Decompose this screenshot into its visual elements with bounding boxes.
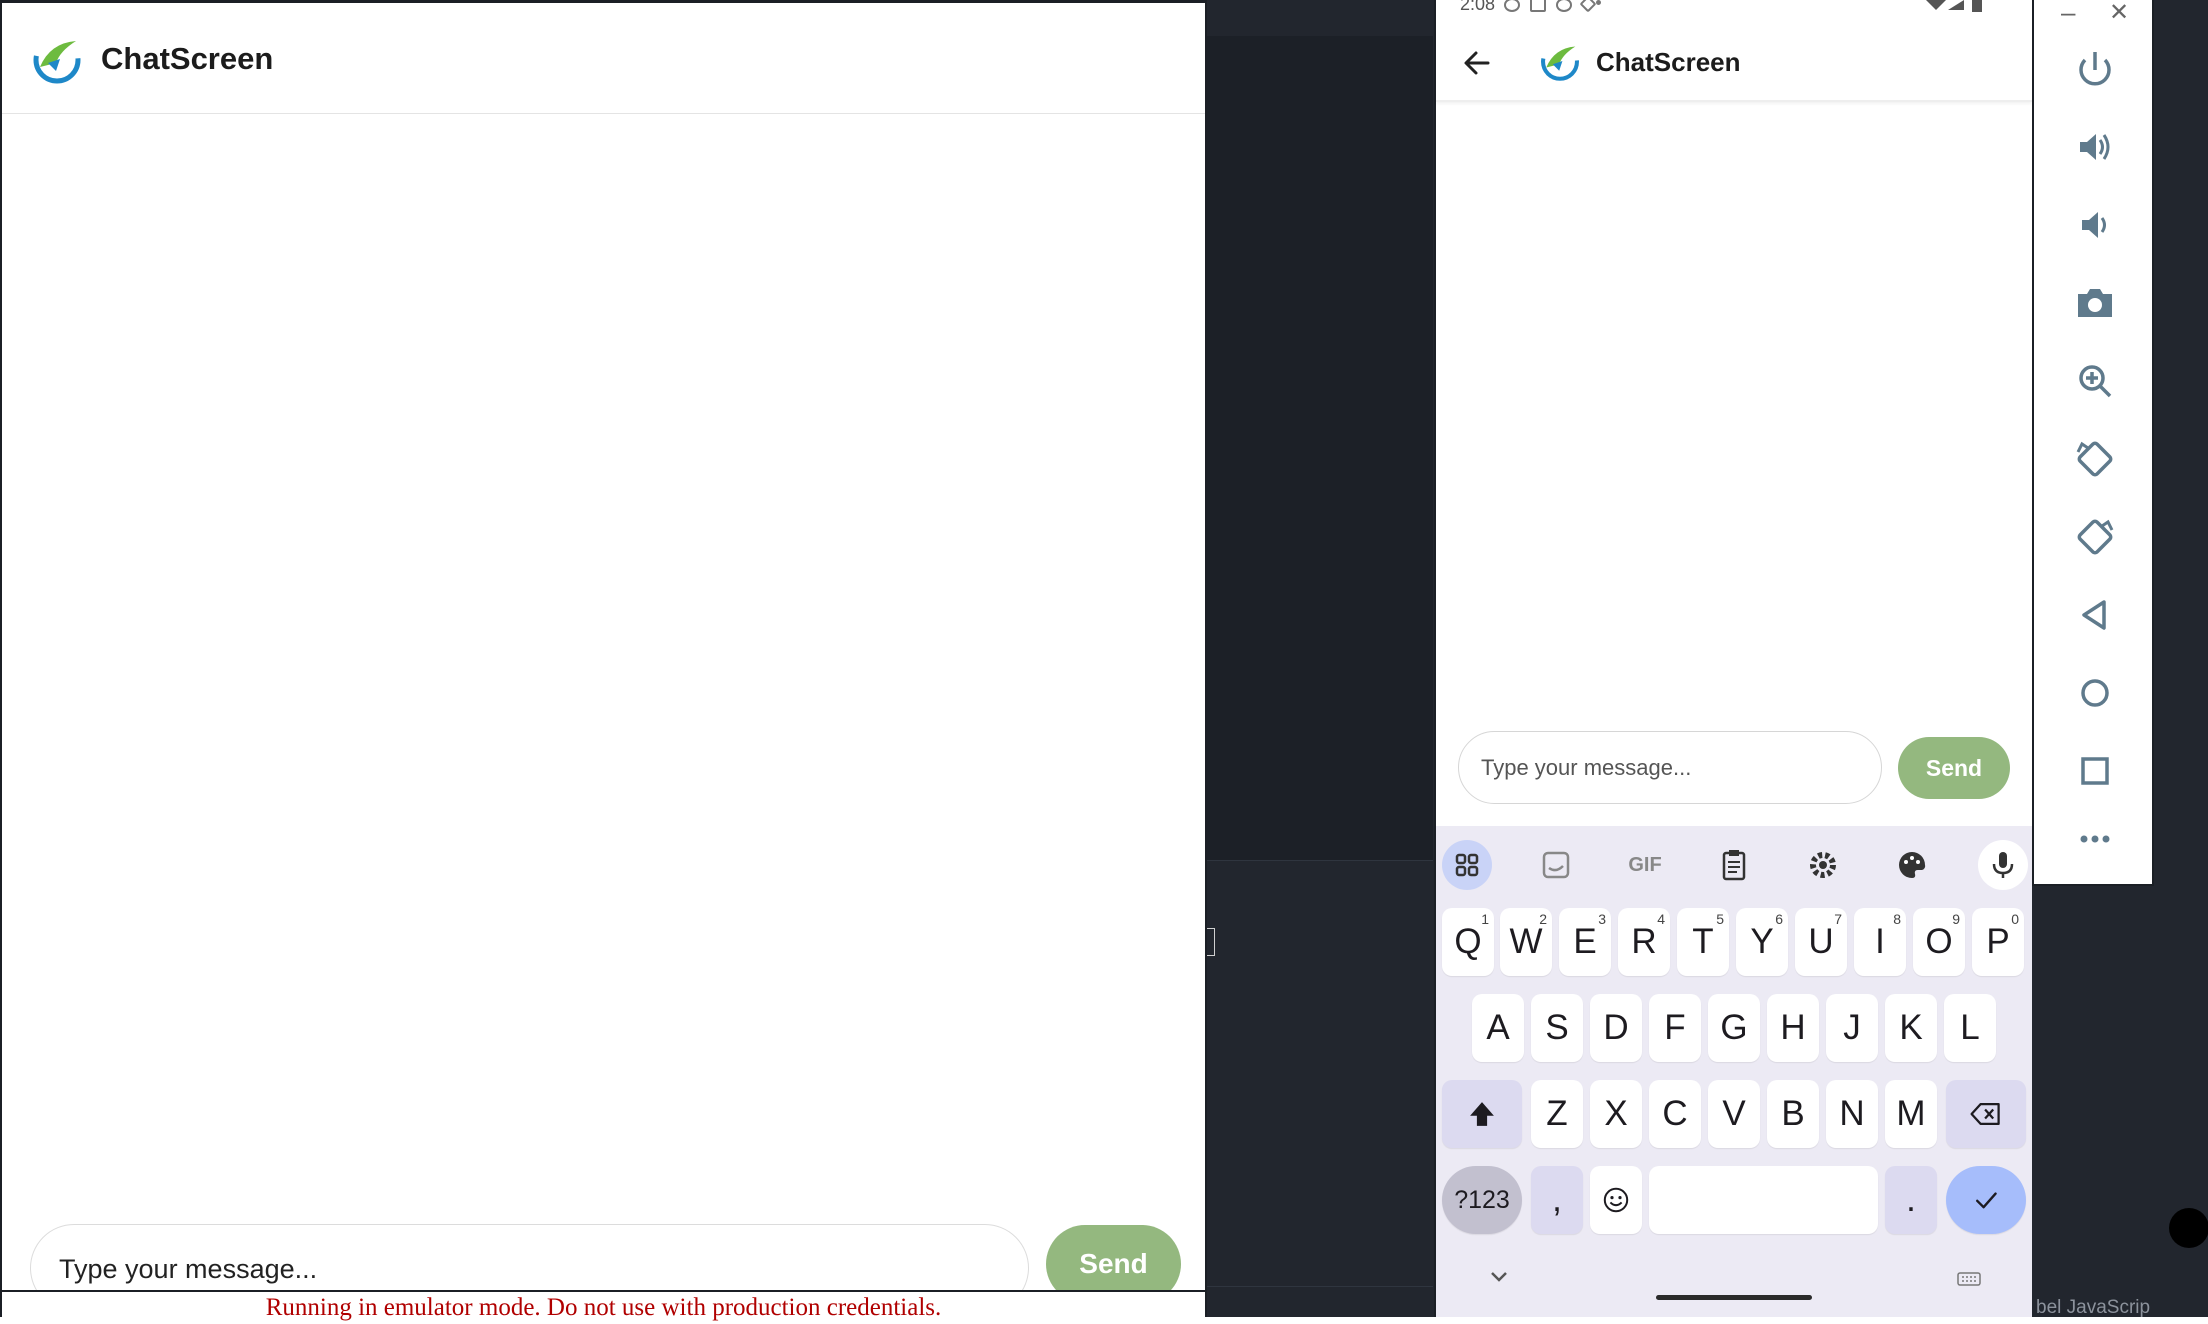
key-r[interactable]: R4	[1618, 908, 1670, 976]
zoom-icon[interactable]	[2068, 354, 2122, 408]
hide-keyboard-chevron-icon[interactable]	[1486, 1269, 1512, 1285]
checkmark-icon	[1976, 1192, 1997, 1209]
key-v[interactable]: V	[1708, 1080, 1760, 1148]
comma-key[interactable]: ,	[1531, 1166, 1583, 1234]
message-input[interactable]: Type your message...	[1458, 731, 1882, 804]
ide-divider	[1207, 860, 1433, 861]
backspace-icon	[1970, 1102, 2000, 1126]
shift-key[interactable]	[1442, 1080, 1522, 1148]
send-button[interactable]: Send	[1898, 737, 2010, 799]
key-g[interactable]: G	[1708, 994, 1760, 1062]
sticker-icon[interactable]	[1531, 840, 1581, 890]
location-icon	[1579, 0, 1597, 13]
key-m[interactable]: M	[1885, 1080, 1937, 1148]
camera-icon[interactable]	[2068, 276, 2122, 330]
rotate-left-icon[interactable]	[2068, 432, 2122, 486]
key-o[interactable]: O9	[1913, 908, 1965, 976]
home-circle-icon[interactable]	[2068, 666, 2122, 720]
key-s[interactable]: S	[1531, 994, 1583, 1062]
backspace-key[interactable]	[1946, 1080, 2026, 1148]
back-triangle-icon[interactable]	[2068, 588, 2122, 642]
back-arrow-icon[interactable]	[1460, 46, 1494, 80]
key-f[interactable]: F	[1649, 994, 1701, 1062]
ide-status-text: bel JavaScrip	[2036, 1297, 2151, 1318]
volume-up-icon[interactable]	[2068, 120, 2122, 174]
gif-button[interactable]: GIF	[1620, 840, 1670, 890]
ide-editor-area	[1207, 36, 1433, 861]
phone-app-bar: ChatScreen	[1436, 30, 2032, 102]
phone-emulator-screen: 2:08 ChatScreen Type your message... Sen…	[1434, 0, 2032, 1317]
shift-arrow-icon	[1470, 1102, 1494, 1126]
key-n[interactable]: N	[1826, 1080, 1878, 1148]
volume-down-icon[interactable]	[2068, 198, 2122, 252]
chatscreen-logo-icon	[33, 36, 81, 84]
overview-square-icon[interactable]	[2068, 744, 2122, 798]
info-icon	[1504, 0, 1520, 12]
rotate-right-icon[interactable]	[2068, 510, 2122, 564]
spacebar-key[interactable]	[1649, 1166, 1878, 1234]
key-j[interactable]: J	[1826, 994, 1878, 1062]
ide-divider-bottom	[1207, 1286, 1433, 1287]
keyboard-switch-icon[interactable]	[1956, 1271, 1982, 1287]
key-l[interactable]: L	[1944, 994, 1996, 1062]
key-t[interactable]: T5	[1677, 908, 1729, 976]
chatscreen-logo-icon	[1541, 42, 1579, 81]
floating-dot	[2169, 1208, 2208, 1248]
more-options-icon[interactable]	[2068, 812, 2122, 866]
key-a[interactable]: A	[1472, 994, 1524, 1062]
power-icon[interactable]	[2068, 42, 2122, 96]
emoji-key[interactable]	[1590, 1166, 1642, 1234]
key-i[interactable]: I8	[1854, 908, 1906, 976]
status-bar-time: 2:08	[1460, 0, 1496, 14]
key-w[interactable]: W2	[1500, 908, 1552, 976]
emulator-mode-banner: Running in emulator mode. Do not use wit…	[2, 1290, 1205, 1321]
signal-battery-icon	[1926, 0, 1982, 12]
key-y[interactable]: Y6	[1736, 908, 1788, 976]
soft-keyboard: GIF Q1 W2 E3 R4 T5 Y6 U7 I8 O9 P0 A S D …	[1436, 826, 2032, 1317]
dnd-icon	[1556, 0, 1572, 12]
period-key[interactable]: .	[1885, 1166, 1937, 1234]
key-p[interactable]: P0	[1972, 908, 2024, 976]
key-z[interactable]: Z	[1531, 1080, 1583, 1148]
close-button[interactable]: ✕	[2109, 0, 2129, 27]
key-b[interactable]: B	[1767, 1080, 1819, 1148]
symbols-key[interactable]: ?123	[1442, 1166, 1522, 1234]
notification-dot-icon	[1596, 0, 1601, 5]
key-x[interactable]: X	[1590, 1080, 1642, 1148]
app-header: ChatScreen	[2, 3, 1205, 114]
palette-icon[interactable]	[1887, 840, 1937, 890]
key-d[interactable]: D	[1590, 994, 1642, 1062]
key-e[interactable]: E3	[1559, 908, 1611, 976]
app-title: ChatScreen	[1596, 47, 1741, 77]
clipboard-icon[interactable]	[1709, 840, 1759, 890]
sim-icon	[1530, 0, 1546, 12]
ide-cursor	[1207, 928, 1215, 956]
key-q[interactable]: Q1	[1442, 908, 1494, 976]
gesture-home-bar[interactable]	[1656, 1295, 1812, 1300]
apps-grid-icon[interactable]	[1442, 840, 1492, 890]
emoji-icon	[1603, 1187, 1629, 1213]
key-u[interactable]: U7	[1795, 908, 1847, 976]
settings-gear-icon[interactable]	[1798, 840, 1848, 890]
key-c[interactable]: C	[1649, 1080, 1701, 1148]
key-h[interactable]: H	[1767, 994, 1819, 1062]
web-app-window: ChatScreen Type your message... Send Run…	[0, 0, 1207, 1321]
enter-key[interactable]	[1946, 1166, 2026, 1234]
app-title: ChatScreen	[101, 41, 274, 76]
minimize-button[interactable]: –	[2061, 0, 2075, 28]
emulator-toolbar: – ✕	[2032, 0, 2154, 886]
microphone-icon[interactable]	[1978, 840, 2028, 890]
key-k[interactable]: K	[1885, 994, 1937, 1062]
